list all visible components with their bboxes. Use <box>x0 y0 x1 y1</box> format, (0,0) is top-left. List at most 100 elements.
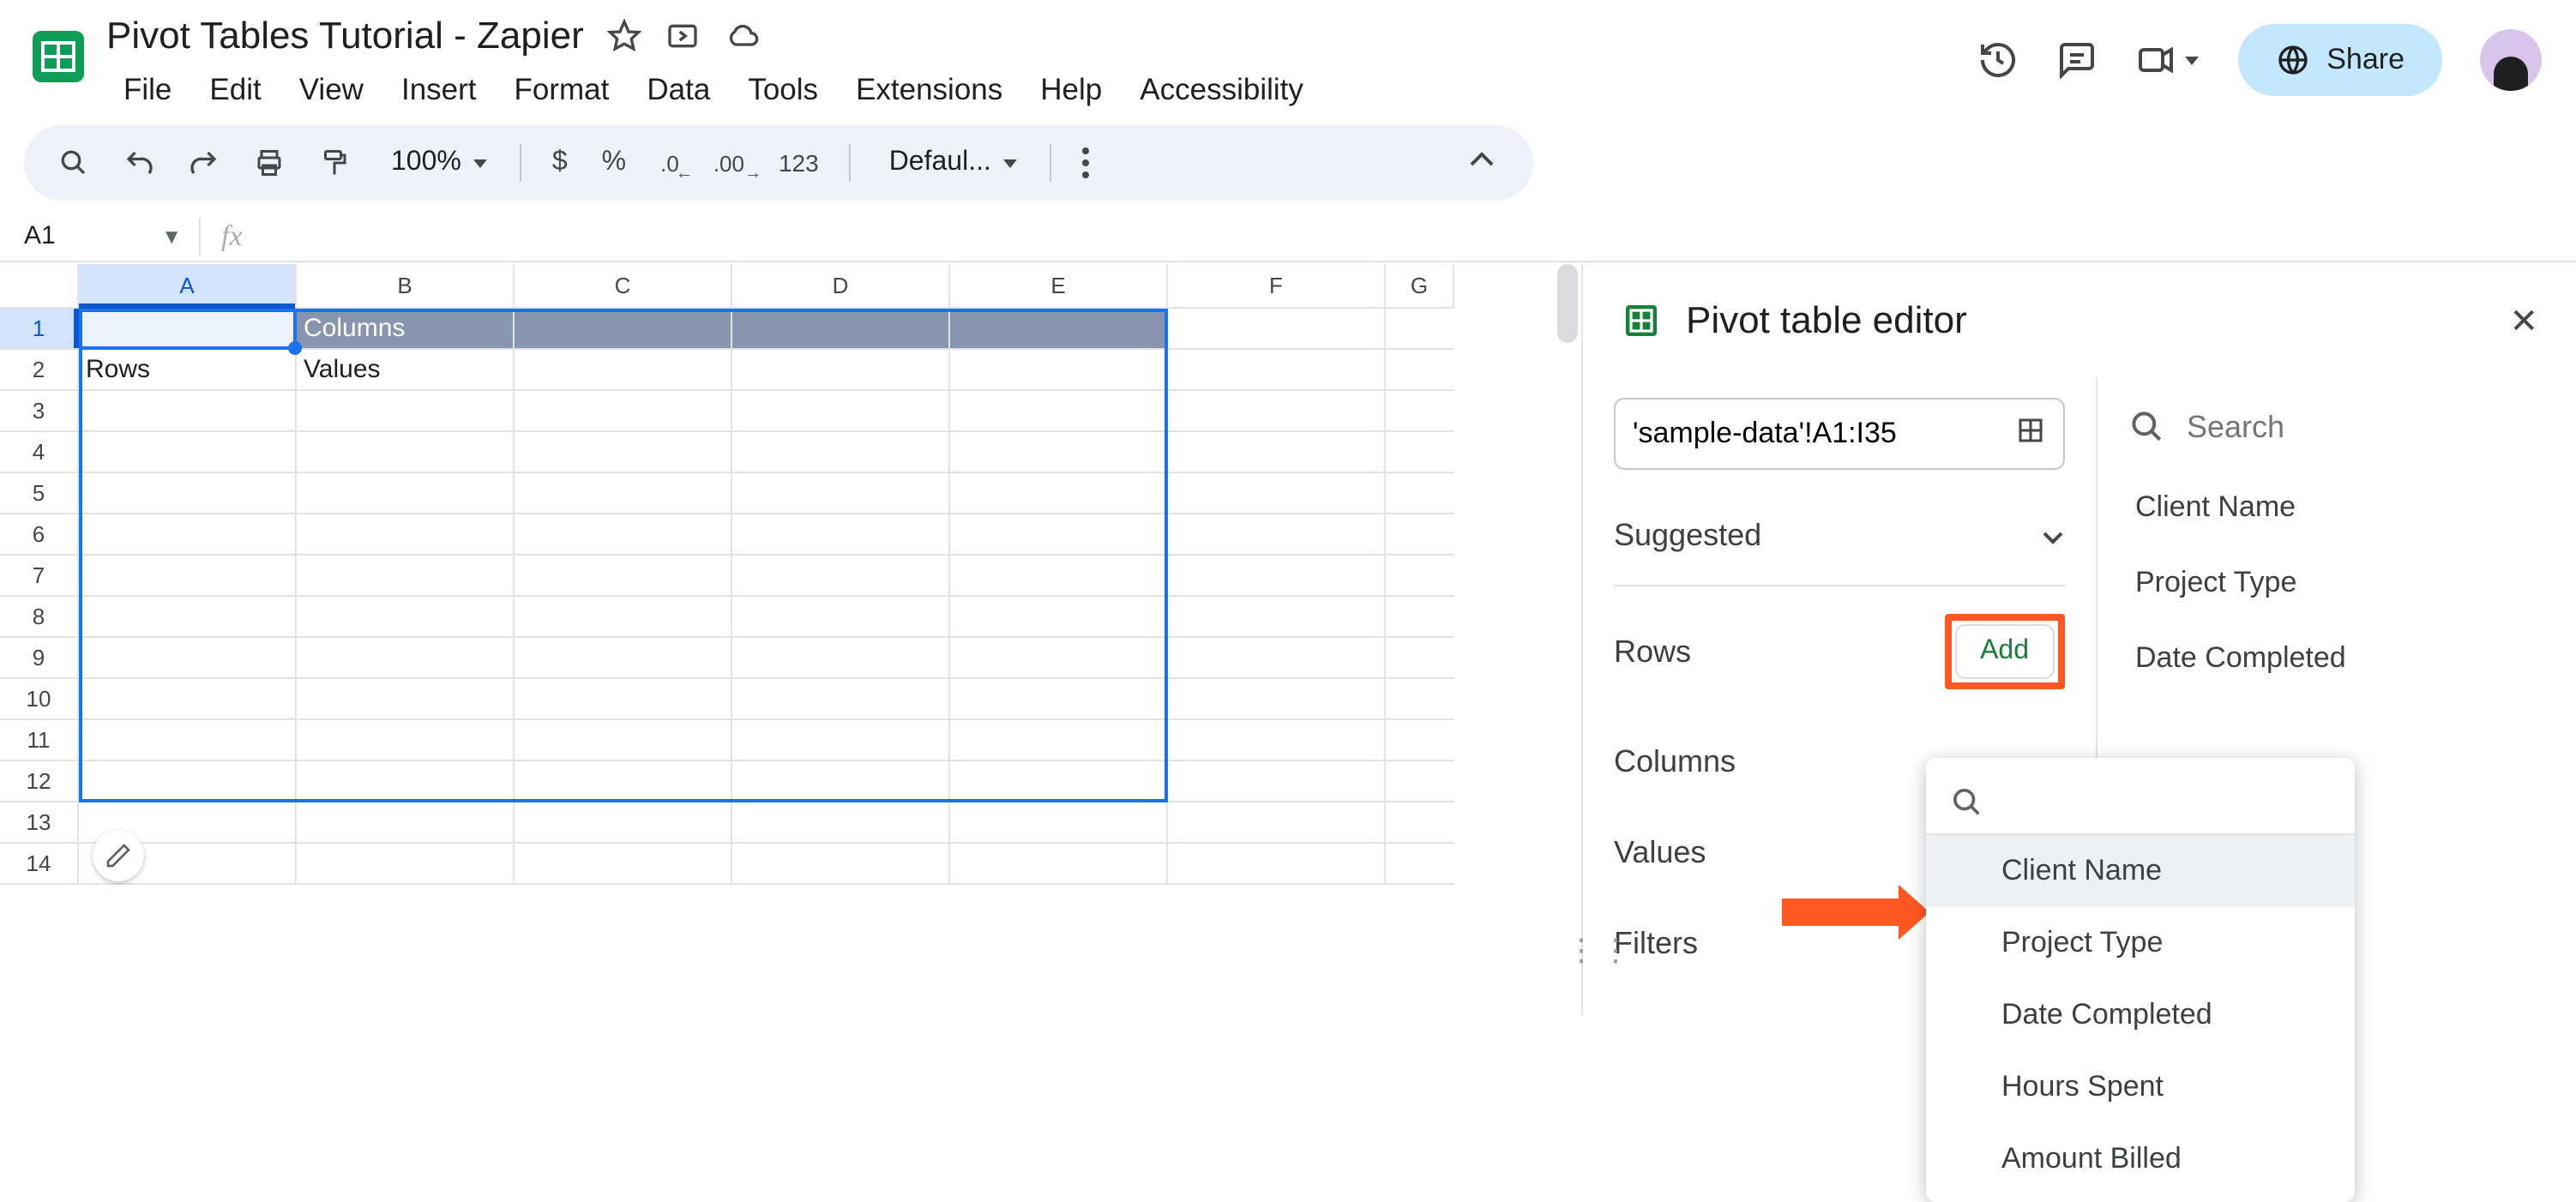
cell[interactable] <box>1386 638 1454 679</box>
increase-decimal-icon[interactable]: .00→ <box>700 140 758 186</box>
cell[interactable] <box>1386 720 1454 761</box>
cell[interactable] <box>297 556 515 597</box>
menu-accessibility[interactable]: Accessibility <box>1122 65 1321 115</box>
cell[interactable] <box>297 638 515 679</box>
format-number-icon[interactable]: 123 <box>765 139 833 187</box>
menu-file[interactable]: File <box>106 65 189 115</box>
spreadsheet-grid[interactable]: A B C D E F G 1Columns2RowsValues3456789… <box>0 264 1581 1015</box>
dropdown-item-amount-billed[interactable]: Amount Billed <box>1926 1123 2355 1195</box>
cell[interactable] <box>297 679 515 720</box>
cell[interactable] <box>297 844 515 885</box>
col-header-A[interactable]: A <box>79 264 297 309</box>
collapse-toolbar-icon[interactable] <box>1451 135 1513 191</box>
cell[interactable] <box>950 556 1168 597</box>
cell[interactable] <box>79 638 297 679</box>
meet-icon[interactable] <box>2134 39 2200 81</box>
cell[interactable] <box>515 761 732 802</box>
account-avatar[interactable] <box>2480 29 2542 91</box>
cell[interactable] <box>950 514 1168 556</box>
fields-search[interactable] <box>2128 398 2576 470</box>
row-header[interactable]: 12 <box>0 761 79 802</box>
cell[interactable] <box>732 638 950 679</box>
cell[interactable] <box>515 638 732 679</box>
format-currency-icon[interactable]: $ <box>539 137 581 189</box>
cell[interactable] <box>732 432 950 473</box>
cell[interactable] <box>297 432 515 473</box>
col-header-G[interactable]: G <box>1386 264 1454 309</box>
col-header-B[interactable]: B <box>297 264 515 309</box>
cell[interactable] <box>1386 432 1454 473</box>
cell[interactable] <box>297 473 515 514</box>
cell[interactable] <box>515 679 732 720</box>
row-header[interactable]: 10 <box>0 679 79 720</box>
cell[interactable] <box>297 597 515 638</box>
cell[interactable] <box>732 597 950 638</box>
cell[interactable] <box>515 844 732 885</box>
cell[interactable] <box>297 802 515 844</box>
print-icon[interactable] <box>240 137 298 189</box>
cell[interactable] <box>732 350 950 391</box>
cell[interactable] <box>1168 761 1386 802</box>
add-rows-button[interactable]: Add <box>1954 624 2055 679</box>
row-header[interactable]: 4 <box>0 432 79 473</box>
more-tools-icon[interactable] <box>1068 137 1103 189</box>
cell[interactable] <box>950 679 1168 720</box>
col-header-E[interactable]: E <box>950 264 1168 309</box>
cell[interactable] <box>732 720 950 761</box>
cell[interactable] <box>1168 679 1386 720</box>
cell[interactable] <box>732 473 950 514</box>
cell[interactable] <box>297 514 515 556</box>
cell[interactable] <box>732 391 950 432</box>
row-header[interactable]: 6 <box>0 514 79 556</box>
cell[interactable] <box>515 309 732 350</box>
cell[interactable] <box>1168 514 1386 556</box>
cell[interactable] <box>79 556 297 597</box>
cell[interactable] <box>1168 720 1386 761</box>
row-header[interactable]: 11 <box>0 720 79 761</box>
cell[interactable]: Rows <box>79 350 297 391</box>
cell[interactable] <box>1168 309 1386 350</box>
field-project-type[interactable]: Project Type <box>2128 545 2576 621</box>
close-icon[interactable]: ✕ <box>2509 299 2538 342</box>
cell[interactable] <box>1386 391 1454 432</box>
row-header[interactable]: 14 <box>0 844 79 885</box>
cell[interactable] <box>1386 309 1454 350</box>
row-header[interactable]: 9 <box>0 638 79 679</box>
cell[interactable]: Values <box>297 350 515 391</box>
cell[interactable] <box>950 802 1168 844</box>
undo-icon[interactable] <box>110 137 168 189</box>
menu-tools[interactable]: Tools <box>731 65 835 115</box>
cell[interactable] <box>79 597 297 638</box>
dropdown-item-hours-spent[interactable]: Hours Spent <box>1926 1051 2355 1123</box>
menu-format[interactable]: Format <box>497 65 627 115</box>
cell[interactable] <box>79 720 297 761</box>
redo-icon[interactable] <box>175 137 233 189</box>
row-header[interactable]: 8 <box>0 597 79 638</box>
cell[interactable] <box>732 761 950 802</box>
menu-data[interactable]: Data <box>629 65 727 115</box>
row-header[interactable]: 7 <box>0 556 79 597</box>
col-header-C[interactable]: C <box>515 264 732 309</box>
comments-icon[interactable] <box>2055 39 2097 81</box>
cell[interactable] <box>1386 473 1454 514</box>
cell[interactable] <box>950 473 1168 514</box>
row-header[interactable]: 1 <box>0 309 79 350</box>
fields-search-input[interactable] <box>2187 409 2576 445</box>
cell[interactable]: Columns <box>297 309 515 350</box>
fill-handle[interactable] <box>288 341 302 355</box>
cloud-status-icon[interactable] <box>725 19 762 53</box>
cell[interactable] <box>515 473 732 514</box>
cell[interactable] <box>79 309 297 350</box>
select-all-corner[interactable] <box>0 264 79 309</box>
cell[interactable] <box>79 391 297 432</box>
cell[interactable] <box>1386 679 1454 720</box>
cell[interactable] <box>950 391 1168 432</box>
cell[interactable] <box>79 473 297 514</box>
menu-insert[interactable]: Insert <box>384 65 494 115</box>
cell[interactable] <box>1386 802 1454 844</box>
menu-help[interactable]: Help <box>1023 65 1119 115</box>
doc-title[interactable]: Pivot Tables Tutorial - Zapier <box>106 14 584 58</box>
row-header[interactable]: 3 <box>0 391 79 432</box>
row-header[interactable]: 2 <box>0 350 79 391</box>
cell[interactable] <box>1168 556 1386 597</box>
